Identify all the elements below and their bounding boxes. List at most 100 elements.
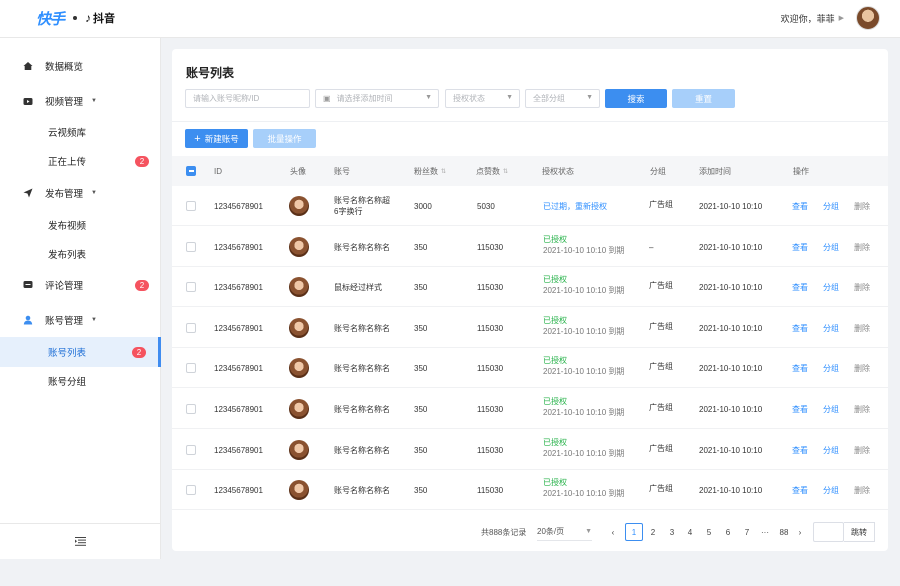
auth-status-select[interactable]: 授权状态 ▼: [445, 89, 520, 108]
auth-status-label: 已授权: [543, 478, 567, 488]
select-all-checkbox[interactable]: [186, 166, 196, 176]
row-checkbox[interactable]: [186, 201, 196, 211]
row-account: 账号名称名称超 6字换行: [334, 195, 390, 217]
view-button[interactable]: 查看: [792, 282, 808, 293]
view-button[interactable]: 查看: [792, 363, 808, 374]
reset-button[interactable]: 重置: [672, 89, 735, 108]
prev-page-button[interactable]: ‹: [604, 523, 622, 541]
group-button[interactable]: 分组: [823, 323, 839, 334]
row-id: 12345678901: [214, 283, 263, 293]
page-number-button[interactable]: 6: [719, 523, 737, 541]
group-button[interactable]: 分组: [823, 445, 839, 456]
group-button[interactable]: 分组: [823, 485, 839, 496]
column-header-likes[interactable]: 点赞数 ⇅: [476, 156, 508, 186]
sort-icon[interactable]: ⇅: [441, 168, 446, 175]
row-fans: 350: [414, 486, 428, 496]
sidebar-item-label: 正在上传: [48, 157, 87, 168]
jump-page-input[interactable]: [813, 522, 844, 542]
jump-button[interactable]: 跳转: [844, 522, 875, 542]
delete-button[interactable]: 删除: [854, 363, 870, 374]
delete-button[interactable]: 删除: [854, 485, 870, 496]
sidebar-item-account-group[interactable]: 账号分组: [0, 366, 161, 396]
caret-right-icon[interactable]: ▶: [839, 14, 844, 22]
account-name-line2: 6字换行: [334, 207, 363, 216]
sidebar-item-account-list[interactable]: 账号列表 2: [0, 337, 161, 367]
row-group: –: [649, 242, 654, 252]
group-select[interactable]: 全部分组 ▼: [525, 89, 600, 108]
auth-expiry: 2021-10-10 10:10 到期: [543, 286, 625, 296]
user-menu[interactable]: 欢迎你，菲菲 ▶: [781, 6, 880, 30]
row-checkbox[interactable]: [186, 444, 196, 455]
pagination-ellipsis[interactable]: ···: [756, 523, 774, 541]
sidebar-item-label: 账号分组: [48, 377, 87, 388]
delete-button[interactable]: 删除: [854, 404, 870, 415]
delete-button[interactable]: 删除: [854, 282, 870, 293]
page-number-button[interactable]: 2: [644, 523, 662, 541]
avatar: [289, 480, 309, 501]
sidebar-item-comment-manage[interactable]: 评论管理 2: [0, 270, 161, 300]
row-id: 12345678901: [214, 202, 263, 211]
logo-separator: [73, 16, 78, 20]
row-account: 账号名称名称名: [334, 242, 390, 253]
page-number-button[interactable]: 1: [625, 523, 643, 541]
table-row: 12345678901 账号名称名称名 350 115030 已授权 2021-10-10…: [172, 470, 888, 511]
menu-collapse-icon[interactable]: [75, 535, 86, 549]
view-button[interactable]: 查看: [792, 242, 808, 253]
search-button[interactable]: 搜索: [605, 89, 667, 108]
chevron-down-icon: ▼: [586, 94, 593, 101]
kuaishou-logo: 快手: [36, 9, 65, 28]
group-button[interactable]: 分组: [823, 201, 839, 212]
column-header-avatar: 头像: [290, 166, 306, 176]
delete-button[interactable]: 删除: [854, 323, 870, 334]
sort-icon[interactable]: ⇅: [503, 168, 508, 175]
page-number-button[interactable]: 4: [681, 523, 699, 541]
group-button[interactable]: 分组: [823, 363, 839, 374]
date-range-picker[interactable]: ▣ 请选择添加时间 ▼: [315, 89, 439, 108]
row-checkbox[interactable]: [186, 282, 196, 293]
view-button[interactable]: 查看: [792, 445, 808, 456]
row-checkbox[interactable]: [186, 485, 196, 496]
next-page-button[interactable]: ›: [791, 523, 809, 541]
group-placeholder: 全部分组: [533, 94, 565, 103]
column-header-fans[interactable]: 粉丝数 ⇅: [414, 156, 446, 186]
row-checkbox[interactable]: [186, 322, 196, 333]
sidebar-item-uploading[interactable]: 正在上传 2: [0, 146, 161, 176]
group-button[interactable]: 分组: [823, 282, 839, 293]
new-account-button[interactable]: + 新建账号: [185, 129, 248, 148]
view-button[interactable]: 查看: [792, 323, 808, 334]
delete-button[interactable]: 删除: [854, 201, 870, 212]
row-checkbox[interactable]: [186, 363, 196, 374]
group-button[interactable]: 分组: [823, 242, 839, 253]
reauthorize-link[interactable]: 已过期，重新授权: [543, 201, 607, 212]
page-number-button[interactable]: 5: [700, 523, 718, 541]
row-checkbox[interactable]: [186, 404, 196, 414]
welcome-text[interactable]: 欢迎你，菲菲: [781, 12, 835, 25]
group-button[interactable]: 分组: [823, 404, 839, 415]
row-added-time: 2021-10-10 10:10: [699, 405, 763, 414]
table-row: 12345678901 账号名称名称名 350 115030 已授权 2021-10-10…: [172, 308, 888, 348]
batch-action-button[interactable]: 批量操作: [253, 129, 316, 148]
sidebar-item-video-manage[interactable]: 视频管理 ▼: [0, 86, 161, 116]
sidebar-item-publish-list[interactable]: 发布列表: [0, 239, 161, 269]
sidebar-item-overview[interactable]: 数据概览: [0, 51, 161, 81]
view-button[interactable]: 查看: [792, 404, 808, 415]
collapse-sidebar-button[interactable]: [0, 523, 161, 559]
sidebar-item-cloud-library[interactable]: 云视频库: [0, 117, 161, 147]
page-number-button[interactable]: 3: [663, 523, 681, 541]
row-checkbox[interactable]: [186, 241, 196, 252]
sidebar-item-label: 数据概览: [45, 62, 84, 73]
table-row: 12345678901 鼠标经过样式 350 115030 已授权 2021-10-10 …: [172, 267, 888, 308]
calendar-icon: ▣: [323, 94, 331, 103]
page-size-select[interactable]: 20条/页 ▼: [537, 523, 592, 541]
user-avatar[interactable]: [856, 6, 880, 30]
sidebar-item-publish-manage[interactable]: 发布管理 ▼: [0, 178, 161, 208]
view-button[interactable]: 查看: [792, 485, 808, 496]
row-fans: 350: [414, 405, 428, 414]
delete-button[interactable]: 删除: [854, 445, 870, 456]
sidebar-item-account-manage[interactable]: 账号管理 ▼: [0, 305, 161, 335]
delete-button[interactable]: 删除: [854, 242, 870, 253]
page-number-button[interactable]: 7: [738, 523, 756, 541]
view-button[interactable]: 查看: [792, 201, 808, 212]
sidebar-item-publish-video[interactable]: 发布视频: [0, 210, 161, 240]
account-search-input[interactable]: 请输入账号昵称/ID: [185, 89, 310, 108]
